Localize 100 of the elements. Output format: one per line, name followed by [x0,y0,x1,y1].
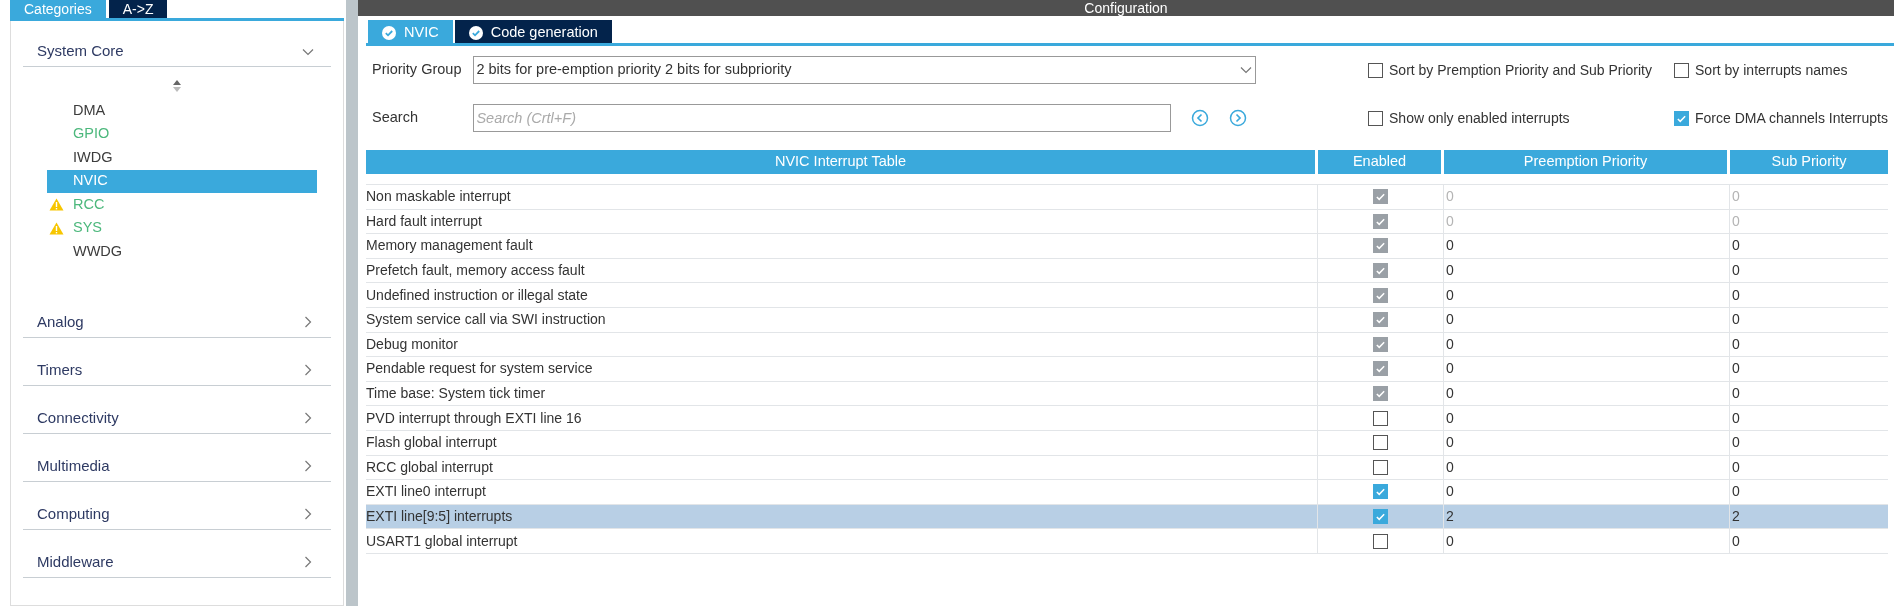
preemption-priority: 0 [1446,211,1454,231]
table-row[interactable]: Prefetch fault, memory access fault 0 0 [366,257,1888,283]
sub-priority: 0 [1732,531,1740,551]
interrupt-name: Prefetch fault, memory access fault [366,261,585,281]
category-tab[interactable]: A->Z [108,0,168,18]
enabled-checkbox[interactable] [1373,336,1388,352]
table-row[interactable]: RCC global interrupt 0 0 [366,454,1888,480]
category-header[interactable]: Analog [23,307,331,338]
preemption-priority: 0 [1446,359,1454,379]
enabled-checkbox[interactable] [1373,312,1388,328]
category-header[interactable]: Computing [23,499,331,530]
interrupt-name: PVD interrupt through EXTI line 16 [366,408,582,428]
sub-priority: 0 [1732,285,1740,305]
search-field[interactable]: Search (Crtl+F) [473,104,1172,132]
table-row[interactable]: Debug monitor 0 0 [366,331,1888,357]
table-row[interactable]: Hard fault interrupt 0 0 [366,208,1888,234]
sub-priority: 2 [1732,507,1740,526]
category-header[interactable]: System Core [23,37,331,67]
sub-priority: 0 [1732,187,1740,207]
category-header[interactable]: Timers [23,355,331,386]
table-row[interactable]: PVD interrupt through EXTI line 16 0 0 [366,405,1888,430]
preemption-priority: 0 [1446,482,1454,502]
option-label: Sort by Premption Priority and Sub Priority [1389,60,1652,80]
checkbox[interactable] [1368,62,1383,78]
interrupt-name: Time base: System tick timer [366,384,546,404]
sub-priority: 0 [1732,433,1740,453]
check-circle-icon [468,26,483,40]
next-button[interactable] [1229,109,1248,127]
interrupt-name: EXTI line[9:5] interrupts [366,507,513,526]
checkmark-icon [1375,314,1386,326]
enabled-checkbox[interactable] [1373,361,1388,377]
enabled-checkbox[interactable] [1373,435,1388,451]
column-header: NVIC Interrupt Table [366,150,1315,174]
sub-priority: 0 [1732,359,1740,379]
checkbox[interactable] [1368,110,1383,126]
interrupt-name: Undefined instruction or illegal state [366,285,588,305]
table-row[interactable]: System service call via SWI instruction 0 0 [366,306,1888,332]
enabled-checkbox[interactable] [1373,484,1388,500]
enabled-checkbox[interactable] [1373,213,1388,229]
interrupt-name: RCC global interrupt [366,457,493,477]
preemption-priority: 0 [1446,310,1454,330]
sub-priority: 0 [1732,457,1740,477]
table-row[interactable]: Memory management fault 0 0 [366,233,1888,258]
category-header[interactable]: Multimedia [23,451,331,482]
interrupt-name: Hard fault interrupt [366,211,482,231]
priority-group-dropdown[interactable]: 2 bits for pre-emption priority 2 bits for subpriority [473,56,1257,84]
enabled-checkbox[interactable] [1373,410,1388,426]
check-circle-icon [382,26,396,40]
enabled-checkbox[interactable] [1373,509,1388,524]
table-row[interactable]: Flash global interrupt 0 0 [366,429,1888,455]
checkmark-icon [1375,265,1386,277]
enabled-checkbox[interactable] [1373,386,1388,402]
checkbox[interactable] [1674,62,1689,78]
table-row[interactable]: EXTI line[9:5] interrupts 2 2 [366,503,1888,529]
column-header: Preemption Priority [1444,150,1727,174]
warning-icon [49,221,64,235]
checkbox[interactable] [1674,110,1689,126]
title-bar: Configuration [358,0,1894,16]
checkmark-icon [1375,240,1386,252]
interrupt-name: Flash global interrupt [366,433,497,453]
preemption-priority: 0 [1446,261,1454,281]
interrupt-name: Debug monitor [366,334,458,354]
preemption-priority: 0 [1446,433,1454,453]
table-row[interactable]: Undefined instruction or illegal state 0 0 [366,282,1888,307]
interrupt-name: EXTI line0 interrupt [366,482,486,502]
option-label: Force DMA channels Interrupts [1695,108,1888,128]
enabled-checkbox[interactable] [1373,238,1388,254]
previous-button[interactable] [1191,109,1210,127]
checkmark-icon [1375,191,1386,203]
category-header[interactable]: Middleware [23,547,331,578]
table-row[interactable]: Time base: System tick timer 0 0 [366,380,1888,406]
sub-priority: 0 [1732,408,1740,428]
preemption-priority: 0 [1446,187,1454,207]
enabled-checkbox[interactable] [1373,189,1388,205]
preemption-priority: 0 [1446,408,1454,428]
enabled-checkbox[interactable] [1373,263,1388,279]
option-label: Sort by interrupts names [1695,60,1848,80]
sub-priority: 0 [1732,310,1740,330]
table-row[interactable]: Pendable request for system service 0 0 [366,356,1888,381]
enabled-checkbox[interactable] [1373,459,1388,475]
table-row[interactable]: EXTI line0 interrupt 0 0 [366,479,1888,504]
interrupt-name: Pendable request for system service [366,359,593,379]
sub-priority: 0 [1732,334,1740,354]
table-row[interactable]: USART1 global interrupt 0 0 [366,528,1888,553]
enabled-checkbox[interactable] [1373,287,1388,303]
interrupt-name: Non maskable interrupt [366,187,511,207]
sidebar-item[interactable]: WWDG [47,240,317,264]
interrupt-name: Memory management fault [366,236,533,256]
sidebar-item[interactable]: DMA [47,99,317,123]
enabled-checkbox[interactable] [1373,533,1388,549]
category-header[interactable]: Connectivity [23,403,331,434]
preemption-priority: 0 [1446,334,1454,354]
preemption-priority: 2 [1446,507,1454,526]
column-header: Enabled [1318,150,1441,174]
table-row[interactable]: Non maskable interrupt 0 0 [366,184,1888,209]
sidebar-item[interactable]: IWDG [47,146,317,170]
sort-icon [172,79,182,93]
preemption-priority: 0 [1446,531,1454,551]
config-tab[interactable]: Code generation [454,20,612,46]
field-label: Priority Group [372,60,462,80]
